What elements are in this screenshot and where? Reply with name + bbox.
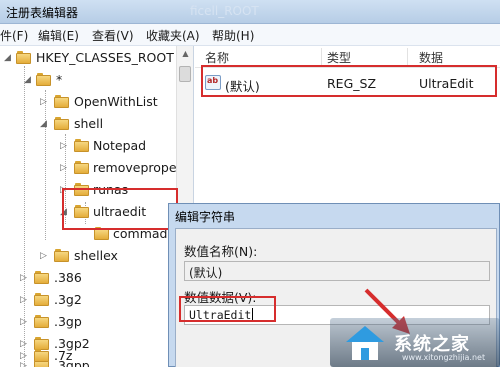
- house-logo-icon: [346, 326, 384, 360]
- highlight-default-value: [201, 65, 497, 97]
- tree-node-ext[interactable]: ▷ .386: [0, 268, 176, 290]
- folder-icon: [16, 51, 31, 64]
- tree-node-ext[interactable]: ▷ .3gp: [0, 312, 176, 334]
- collapse-icon[interactable]: ◢: [24, 76, 33, 85]
- column-name[interactable]: 名称: [205, 49, 229, 66]
- column-type[interactable]: 类型: [327, 49, 351, 66]
- folder-icon: [54, 249, 69, 262]
- tree-node-label: .3gp: [54, 314, 82, 329]
- tree-node-label: .386: [54, 270, 82, 285]
- highlight-value-data: [179, 296, 276, 322]
- menu-view[interactable]: 查看(V): [92, 27, 134, 44]
- folder-icon: [54, 117, 69, 130]
- tree-node-openwithlist[interactable]: ▷ OpenWithList: [0, 92, 176, 114]
- tree-node-notepad[interactable]: ▷ Notepad: [0, 136, 176, 158]
- menu-edit[interactable]: 编辑(E): [38, 27, 79, 44]
- value-name-field: (默认): [184, 261, 490, 281]
- tree-node-shellex[interactable]: ▷ shellex: [0, 246, 176, 268]
- tree-node-label: removeproper: [93, 160, 182, 175]
- value-name-label: 数值名称(N):: [184, 244, 258, 259]
- collapse-icon[interactable]: ◢: [40, 120, 49, 129]
- menu-bar: 件(F) 编辑(E) 查看(V) 收藏夹(A) 帮助(H): [0, 24, 500, 46]
- tree-node-label: shell: [74, 116, 104, 131]
- expand-icon[interactable]: ▷: [60, 164, 69, 173]
- tree-node-ext[interactable]: ▷ .7z: [0, 346, 176, 367]
- menu-file[interactable]: 件(F): [0, 27, 28, 44]
- expand-icon[interactable]: ▷: [20, 274, 29, 283]
- window-title: 注册表编辑器: [6, 6, 79, 20]
- expand-icon[interactable]: ▷: [20, 318, 29, 327]
- menu-help[interactable]: 帮助(H): [212, 27, 254, 44]
- scroll-up-icon[interactable]: ▲: [177, 46, 194, 62]
- tree-node-label: .7z: [54, 348, 73, 363]
- expand-icon[interactable]: ▷: [20, 352, 29, 361]
- menu-favorites[interactable]: 收藏夹(A): [146, 27, 200, 44]
- column-divider: [321, 48, 322, 66]
- folder-icon: [36, 73, 51, 86]
- folder-icon: [34, 271, 49, 284]
- expand-icon[interactable]: ▷: [20, 296, 29, 305]
- title-bar: 注册表编辑器 ficell_ROOT: [0, 0, 500, 24]
- collapse-icon[interactable]: ◢: [4, 54, 13, 63]
- folder-icon: [74, 161, 89, 174]
- folder-icon: [54, 95, 69, 108]
- scrollbar-thumb[interactable]: [179, 66, 191, 82]
- window-title-ghost: ficell_ROOT: [190, 4, 259, 18]
- folder-icon: [34, 293, 49, 306]
- folder-icon: [34, 315, 49, 328]
- column-divider: [407, 48, 408, 66]
- dialog-title: 编辑字符串: [175, 210, 236, 224]
- expand-icon[interactable]: ▷: [40, 252, 49, 261]
- tree-node-label: .3g2: [54, 292, 82, 307]
- tree-node-label: shellex: [74, 248, 118, 263]
- folder-icon: [34, 349, 49, 362]
- expand-icon[interactable]: ▷: [40, 98, 49, 107]
- watermark-logo: 系统之家 www.xitongzhijia.net: [330, 318, 500, 367]
- highlight-ultraedit-key: [62, 188, 178, 230]
- tree-node-label: Notepad: [93, 138, 147, 153]
- tree-node-ext[interactable]: ▷ .3g2: [0, 290, 176, 312]
- tree-node-label: HKEY_CLASSES_ROOT: [36, 50, 174, 65]
- expand-icon[interactable]: ▷: [60, 142, 69, 151]
- column-data[interactable]: 数据: [419, 49, 443, 66]
- tree-node-label: *: [56, 72, 63, 87]
- tree-node-removeproper[interactable]: ▷ removeproper: [0, 158, 182, 180]
- tree-node-star[interactable]: ◢ *: [0, 70, 176, 92]
- tree-node-shell[interactable]: ◢ shell: [0, 114, 176, 136]
- folder-icon: [74, 139, 89, 152]
- tree-node-root[interactable]: ◢ HKEY_CLASSES_ROOT: [0, 48, 176, 70]
- watermark-url: www.xitongzhijia.net: [402, 353, 486, 362]
- tree-node-label: OpenWithList: [74, 94, 158, 109]
